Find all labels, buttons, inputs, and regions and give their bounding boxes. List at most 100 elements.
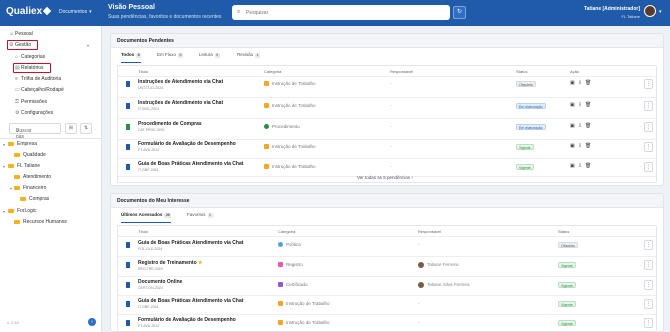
sidebar-item-configuracoes[interactable]: ⚙ Configurações [15, 110, 53, 116]
more-button[interactable]: ⋮ [644, 79, 653, 89]
tab-favoritos[interactable]: Favoritos 1 [187, 212, 213, 223]
sidebar-item-permissoes[interactable]: ⚿ Permissões [15, 99, 47, 105]
more-button[interactable]: ⋮ [644, 280, 653, 290]
tab-leitura[interactable]: Leitura 0 [199, 52, 220, 63]
card-title: Documentos Pendentes [117, 38, 174, 44]
row-title[interactable]: Formulário de Avaliação de Desempenho [138, 141, 236, 147]
row-code: CERT-ON-2024 [138, 286, 163, 290]
more-button[interactable]: ⋮ [644, 260, 653, 270]
page-subtitle: Suas pendências, favoritos e documentos … [108, 14, 222, 20]
trash-icon[interactable]: 🗑 [585, 143, 594, 149]
view-icon[interactable]: ▣ [570, 143, 578, 149]
sidebar-item-gestao[interactable]: ⚙ Gestão [9, 42, 31, 48]
document-icon [126, 164, 130, 170]
sidebar-item-relatorios[interactable]: ▤Relatórios [15, 65, 44, 71]
tab-em-fluxo[interactable]: Em Fluxo 5 [157, 52, 184, 63]
row-title[interactable]: Documento Online [138, 279, 182, 285]
folder-icon [278, 262, 283, 268]
chevron-down-icon[interactable]: ▾ [10, 186, 12, 191]
tree-item-compras[interactable]: Compras [20, 196, 49, 202]
qualiex-logo[interactable]: Qualiex [6, 6, 52, 17]
download-icon[interactable]: ⇩ [578, 102, 585, 108]
row-category: Procedimento [264, 124, 300, 130]
avatar[interactable] [644, 5, 656, 17]
row-responsible: - [418, 242, 420, 247]
chevron-down-icon[interactable]: ▾ [3, 164, 5, 169]
row-title[interactable]: Registro de Treinamento ★ [138, 260, 203, 266]
download-icon[interactable]: ⇩ [578, 163, 585, 169]
trash-icon[interactable]: 🗑 [585, 123, 594, 129]
folder-search[interactable]: ⌕ Buscar pas [9, 123, 61, 140]
row-responsible: - [390, 81, 392, 86]
view-icon[interactable]: ▣ [570, 163, 578, 169]
view-icon[interactable]: ▣ [570, 102, 578, 108]
collapse-sidebar-button[interactable]: ‹ [88, 318, 96, 326]
row-title[interactable]: Formulário de Avaliação de Desempenho [138, 317, 236, 323]
more-button[interactable]: ⋮ [644, 142, 653, 152]
user-info[interactable]: Tatiane [Administrador] FL Tatiane [566, 6, 640, 19]
more-button[interactable]: ⋮ [644, 122, 653, 132]
view-icon[interactable]: ▣ [570, 80, 578, 86]
download-icon[interactable]: ⇩ [578, 80, 585, 86]
tree-item-qualidade[interactable]: Qualidade [14, 152, 46, 158]
chevron-down-icon[interactable]: ▾ [3, 142, 5, 147]
row-actions: ▣⇩🗑 [570, 163, 594, 169]
sidebar-item-pessoal[interactable]: ☺Pessoal [9, 31, 33, 37]
module-selector[interactable]: Documentos ▾ [59, 9, 92, 15]
row-responsible: Tatiane Silva Ferreira [418, 282, 470, 288]
tab-revisao[interactable]: Revisão 1 [237, 52, 261, 63]
tab-todos[interactable]: Todos 6 [121, 52, 142, 63]
sidebar-item-trilha[interactable]: ≡ Trilha de Auditoria [15, 76, 61, 82]
row-title[interactable]: Procedimento de Compras [138, 121, 202, 127]
trash-icon[interactable]: 🗑 [585, 163, 594, 169]
download-icon[interactable]: ⇩ [578, 143, 585, 149]
tree-item-financeiro[interactable]: Financeiro [14, 185, 46, 191]
tree-item-empresa[interactable]: Empresa [8, 141, 37, 147]
more-button[interactable]: ⋮ [644, 162, 653, 172]
row-category: Instrução de Trabalho [278, 320, 330, 326]
row-category: Instrução de Trabalho [264, 164, 316, 170]
row-title[interactable]: Guia de Boas Práticas Atendimento via Ch… [138, 240, 243, 246]
chevron-down-icon[interactable]: ▾ [87, 43, 89, 48]
row-title[interactable]: Guia de Boas Práticas Atendimento via Ch… [138, 161, 243, 167]
row-title[interactable]: Instruções de Atendimento via Chat [138, 79, 223, 85]
col-category: Categoria [278, 229, 296, 234]
document-icon [126, 282, 130, 288]
download-icon[interactable]: ⇩ [578, 123, 585, 129]
refresh-button[interactable]: ↻ [453, 6, 466, 19]
more-button[interactable]: ⋮ [644, 240, 653, 250]
trash-icon[interactable]: 🗑 [585, 80, 594, 86]
tree-item-forlogic[interactable]: ForLogic [8, 208, 36, 214]
chevron-down-icon[interactable]: ▾ [659, 9, 662, 15]
sidebar-item-cabecalho[interactable]: ▭Cabeçalho/Rodapé [15, 87, 64, 93]
tree-item-fl-tatiane[interactable]: FL Tatiane [8, 163, 40, 169]
more-button[interactable]: ⋮ [644, 299, 653, 309]
search-input[interactable] [246, 7, 446, 18]
chevron-left-icon: ‹ [91, 319, 93, 325]
row-title[interactable]: Guia de Boas Práticas Atendimento via Ch… [138, 298, 243, 304]
chevron-down-icon[interactable]: ▾ [3, 209, 5, 214]
row-title[interactable]: Instruções de Atendimento via Chat [138, 100, 223, 106]
see-all-pending-link[interactable]: Ver todas as 6 pendências › [357, 175, 413, 180]
tree-item-recursos-humanos[interactable]: Recursos Humanos [14, 219, 67, 225]
row-code: DNT-IT-01-2024 [138, 86, 164, 90]
add-folder-button[interactable]: ⊞ [65, 123, 77, 134]
more-button[interactable]: ⋮ [644, 101, 653, 111]
star-icon[interactable]: ★ [198, 260, 202, 266]
folder-icon [8, 208, 14, 213]
col-responsible: Responsável [390, 69, 414, 74]
sidebar-item-categorias[interactable]: ⌂ Categorias [15, 54, 45, 60]
pending-tabs: Todos 6 Em Fluxo 5 Leitura 0 Revisão 1 [117, 52, 657, 63]
divider [118, 236, 656, 237]
row-category: Instrução de Trabalho [264, 144, 316, 150]
sidebar: ☺Pessoal ⚙ Gestão ▾ ⌂ Categorias ▤Relatóri… [0, 26, 102, 332]
trash-icon[interactable]: 🗑 [585, 102, 594, 108]
certificate-icon [278, 282, 283, 288]
view-icon[interactable]: ▣ [570, 123, 578, 129]
sort-button[interactable]: ⇅ [80, 123, 92, 134]
divider [118, 139, 656, 140]
row-code: IT-GBP-2024 [138, 305, 159, 309]
tab-ultimos-acessados[interactable]: Últimos Acessados 20 [121, 212, 172, 223]
tree-item-atendimento[interactable]: Atendimento [14, 174, 51, 180]
more-button[interactable]: ⋮ [644, 318, 653, 328]
